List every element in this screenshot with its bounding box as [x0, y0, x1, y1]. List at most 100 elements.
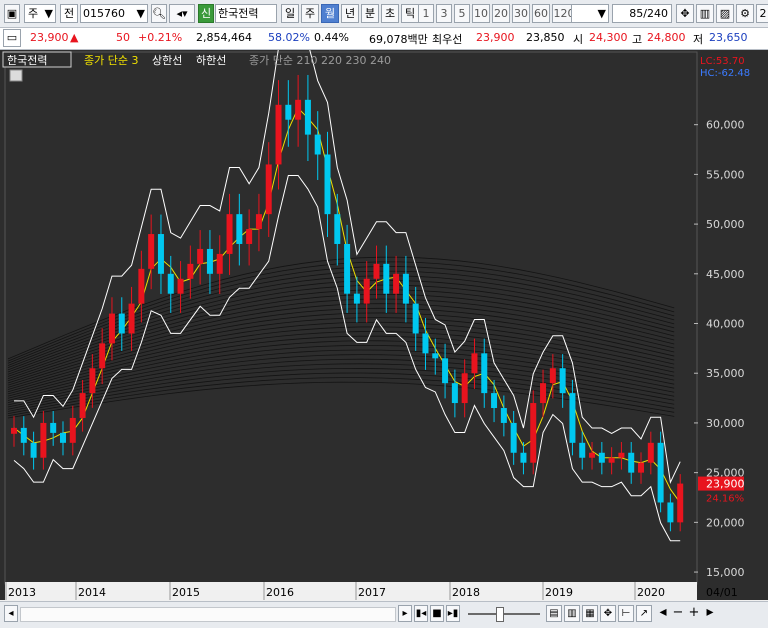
measure-tool-icon[interactable]: ⊢: [618, 605, 634, 622]
period-tab-6[interactable]: 틱: [401, 4, 419, 23]
candle-body: [530, 403, 537, 463]
y-tick-label: 60,000: [706, 119, 745, 132]
candle-body: [275, 104, 282, 165]
up-arrow-icon: ▲: [70, 31, 79, 44]
stock-code-input[interactable]: 015760 ▼: [80, 4, 148, 23]
scroll-start-icon[interactable]: ▮◂: [414, 605, 428, 622]
layout-icon-1[interactable]: ▤: [546, 605, 562, 622]
gear-icon[interactable]: ⚙: [736, 4, 754, 23]
candle-body: [628, 452, 635, 473]
zoom-slider-thumb[interactable]: [496, 607, 504, 622]
candle-body: [295, 99, 302, 120]
candle-body: [432, 353, 439, 359]
interval-button-2[interactable]: 5: [454, 4, 470, 23]
period-tab-5[interactable]: 초: [381, 4, 399, 23]
y-tick-label: 20,000: [706, 516, 745, 529]
candle-body: [69, 417, 76, 443]
period-tab-1[interactable]: 주: [301, 4, 319, 23]
candle-body: [246, 229, 253, 244]
x-axis: 2013 2014 2015 2016 2017 2018 2019 2020 04/01: [5, 582, 738, 600]
interval-button-1[interactable]: 3: [436, 4, 452, 23]
interval-button-3[interactable]: 10: [472, 4, 490, 23]
candle-body: [442, 358, 449, 384]
candle-body: [20, 427, 27, 443]
candle-body: [187, 263, 194, 279]
search-icon[interactable]: 🔍︎: [151, 4, 167, 23]
more-icon[interactable]: 2: [756, 4, 768, 23]
crosshair-tool-icon[interactable]: ✥: [600, 605, 616, 622]
low-label: 저: [693, 33, 704, 46]
candle-body: [59, 432, 66, 443]
candle-body: [50, 422, 57, 433]
candle-body: [500, 408, 507, 423]
price-change-pct: +0.21%: [138, 31, 183, 44]
period-type-select[interactable]: 주 ▼: [24, 4, 56, 23]
zoom-in-icon[interactable]: +: [687, 605, 701, 622]
candle-body: [638, 462, 645, 473]
candle-body: [549, 368, 556, 384]
stop-icon[interactable]: ■: [430, 605, 444, 622]
hc-label: HC:-62.48: [700, 68, 750, 79]
price-change: 50: [116, 31, 130, 44]
arrow-tool-icon[interactable]: ↗: [636, 605, 652, 622]
stock-name-field[interactable]: 한국전력: [215, 4, 277, 23]
bottom-bar: ◂ ▸ ▮◂ ■ ▸▮ ▤ ▥ ▦ ✥ ⊢ ↗ ◂ − + ▸: [0, 601, 768, 628]
period-tab-3[interactable]: 년: [341, 4, 359, 23]
zoom-slider[interactable]: [468, 613, 540, 615]
layout-icon-2[interactable]: ▥: [564, 605, 580, 622]
scroll-back-icon[interactable]: ◂: [656, 605, 670, 622]
candle-body: [402, 273, 409, 304]
candle-body: [422, 333, 429, 354]
x-tick-label: 2018: [452, 586, 480, 599]
candle-body: [167, 273, 174, 294]
period-tab-2[interactable]: 월: [321, 4, 339, 23]
period-tab-4[interactable]: 분: [361, 4, 379, 23]
candle-body: [667, 502, 674, 523]
grid-icon[interactable]: [9, 69, 23, 82]
bar-count-field[interactable]: 85/240: [612, 4, 672, 23]
interval-button-0[interactable]: 1: [418, 4, 434, 23]
candle-body: [11, 427, 17, 434]
interval-button-5[interactable]: 30: [512, 4, 530, 23]
period-tab-0[interactable]: 일: [281, 4, 299, 23]
quote-menu-icon[interactable]: ▭: [3, 29, 21, 47]
candle-body: [314, 134, 321, 155]
x-tick-label: 2013: [8, 586, 36, 599]
candle-body: [471, 353, 478, 374]
horizontal-scrollbar[interactable]: [20, 607, 396, 622]
price-chart[interactable]: 15,00020,00025,00030,00035,00040,00045,0…: [0, 42, 768, 600]
chart-area[interactable]: 15,000 20,000 25,000 30,000 35,000 40,000 45,0…: [0, 42, 768, 600]
candle-body: [491, 393, 498, 409]
volume: 2,854,464: [196, 31, 252, 44]
layout-icon-3[interactable]: ▦: [582, 605, 598, 622]
zoom-out-icon[interactable]: −: [671, 605, 685, 622]
candle-body: [206, 248, 213, 274]
candle-body: [451, 383, 458, 404]
save-icon[interactable]: ▨: [716, 4, 734, 23]
scroll-right-icon[interactable]: ▸: [398, 605, 412, 622]
sound-icon[interactable]: ◂▾: [169, 4, 195, 23]
candle-body: [520, 452, 527, 463]
y-tick-label: 15,000: [706, 566, 745, 579]
chart-settings-icon[interactable]: ▥: [696, 4, 714, 23]
interval-button-4[interactable]: 20: [492, 4, 510, 23]
scroll-end-icon[interactable]: ▸▮: [446, 605, 460, 622]
x-tick-label: 2014: [78, 586, 106, 599]
legend-ma-label: 종가 단순 3: [84, 54, 138, 67]
scroll-left-icon[interactable]: ◂: [4, 605, 18, 622]
scroll-forward-icon[interactable]: ▸: [703, 605, 717, 622]
candle-body: [157, 234, 164, 274]
interval-button-6[interactable]: 60: [532, 4, 550, 23]
y-tick-label: 45,000: [706, 268, 745, 281]
candle-body: [569, 393, 576, 443]
crosshair-icon[interactable]: ✥: [676, 4, 694, 23]
chart-type-icon[interactable]: ▣: [4, 4, 20, 23]
ask-price: 23,900: [476, 31, 515, 44]
toolbar: ▣ 주 ▼ 전 015760 ▼ 🔍︎ ◂▾ 신 한국전력 일주월년분초틱 1351…: [0, 0, 768, 28]
candle-body: [89, 368, 96, 394]
market-select[interactable]: 전: [60, 4, 78, 23]
current-price: 23,900: [30, 31, 69, 44]
candle-body: [618, 452, 625, 458]
interval-input[interactable]: ▼: [571, 4, 609, 23]
candle-body: [579, 442, 586, 458]
